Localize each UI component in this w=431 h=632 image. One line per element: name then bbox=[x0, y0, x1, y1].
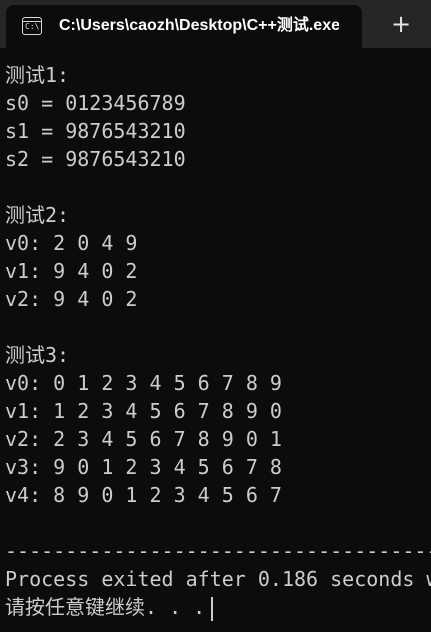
console-line: s0 = 0123456789 bbox=[5, 91, 186, 115]
terminal-window: C:\ C:\Users\caozh\Desktop\C++测试.exe + 测… bbox=[0, 0, 431, 632]
console-line: v1: 1 2 3 4 5 6 7 8 9 0 bbox=[5, 399, 282, 423]
tab-bar: C:\ C:\Users\caozh\Desktop\C++测试.exe + bbox=[0, 0, 431, 48]
console-line: v0: 2 0 4 9 bbox=[5, 231, 138, 255]
terminal-icon-glyph: C:\ bbox=[25, 22, 40, 31]
console-line: v0: 0 1 2 3 4 5 6 7 8 9 bbox=[5, 371, 282, 395]
console-line: s2 = 9876543210 bbox=[5, 147, 186, 171]
terminal-icon: C:\ bbox=[22, 17, 42, 35]
console-line: v2: 2 3 4 5 6 7 8 9 0 1 bbox=[5, 427, 282, 451]
console-output[interactable]: 测试1: s0 = 0123456789 s1 = 9876543210 s2 … bbox=[5, 61, 431, 621]
console-line: v3: 9 0 1 2 3 4 5 6 7 8 bbox=[5, 455, 282, 479]
tab-active[interactable]: C:\ C:\Users\caozh\Desktop\C++测试.exe bbox=[6, 5, 362, 48]
text-cursor bbox=[211, 596, 214, 621]
console-line: 测试2: bbox=[5, 203, 70, 227]
console-line: v2: 9 4 0 2 bbox=[5, 287, 138, 311]
console-line: v1: 9 4 0 2 bbox=[5, 259, 138, 283]
tab-title: C:\Users\caozh\Desktop\C++测试.exe bbox=[59, 17, 339, 34]
console-line: 测试1: bbox=[5, 63, 70, 87]
console-line: 测试3: bbox=[5, 343, 70, 367]
separator-line: ----------------------------------------… bbox=[5, 539, 431, 563]
continue-prompt: 请按任意键继续. . . bbox=[5, 595, 206, 619]
prompt-line: 请按任意键继续. . . bbox=[5, 593, 431, 621]
process-exit-message: Process exited after 0.186 seconds with … bbox=[5, 567, 431, 591]
new-tab-button[interactable]: + bbox=[384, 8, 418, 40]
console-line: s1 = 9876543210 bbox=[5, 119, 186, 143]
console-line: v4: 8 9 0 1 2 3 4 5 6 7 bbox=[5, 483, 282, 507]
